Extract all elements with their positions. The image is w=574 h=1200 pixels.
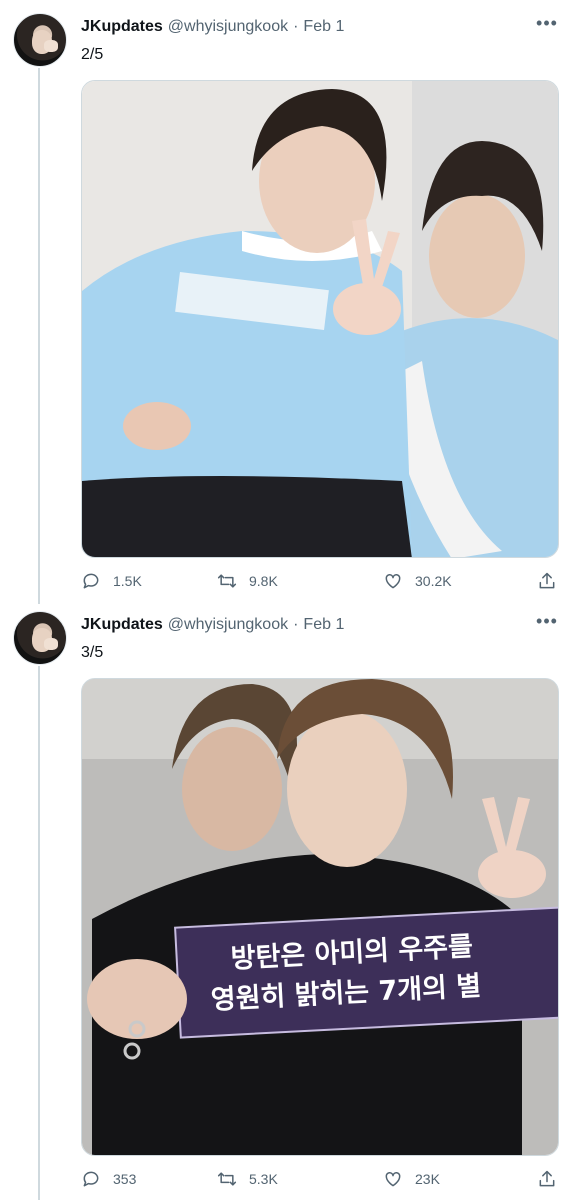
like-button[interactable]: 23K bbox=[383, 1168, 440, 1190]
share-icon bbox=[539, 1170, 555, 1187]
retweet-count: 5.3K bbox=[249, 1171, 278, 1187]
reply-button[interactable]: 353 bbox=[81, 1168, 136, 1190]
photo-image: 방탄은 아미의 우주를 영원히 밝히는 7개의 별 bbox=[82, 679, 558, 1155]
like-count: 30.2K bbox=[415, 573, 452, 589]
tweet-date[interactable]: Feb 1 bbox=[303, 616, 344, 634]
separator-dot: · bbox=[293, 616, 299, 633]
reply-count: 1.5K bbox=[113, 573, 142, 589]
tweet-text: 2/5 bbox=[81, 46, 104, 63]
reply-button[interactable]: 1.5K bbox=[81, 570, 142, 592]
retweet-button[interactable]: 5.3K bbox=[217, 1168, 278, 1190]
like-icon bbox=[385, 573, 401, 589]
tweet-actions: 1.5K 9.8K 30.2K bbox=[81, 570, 559, 592]
more-options-icon[interactable]: ••• bbox=[532, 612, 562, 632]
display-name[interactable]: JKupdates bbox=[81, 18, 163, 36]
retweet-icon bbox=[217, 1172, 237, 1186]
tweet[interactable]: JKupdates @whyisjungkook · Feb 1 ••• 2/5 bbox=[0, 0, 574, 600]
like-button[interactable]: 30.2K bbox=[383, 570, 452, 592]
reply-icon bbox=[83, 573, 99, 589]
username-handle[interactable]: @whyisjungkook bbox=[168, 18, 288, 36]
tweet-text: 3/5 bbox=[81, 644, 104, 661]
tweet-header: JKupdates @whyisjungkook · Feb 1 bbox=[81, 614, 344, 636]
retweet-button[interactable]: 9.8K bbox=[217, 570, 278, 592]
tweet-actions: 353 5.3K 23K bbox=[81, 1168, 559, 1190]
more-options-icon[interactable]: ••• bbox=[532, 14, 562, 34]
tweet[interactable]: JKupdates @whyisjungkook · Feb 1 ••• 3/5 bbox=[0, 598, 574, 1200]
reply-count: 353 bbox=[113, 1171, 137, 1187]
tweet-header: JKupdates @whyisjungkook · Feb 1 bbox=[81, 16, 344, 38]
username-handle[interactable]: @whyisjungkook bbox=[168, 616, 288, 634]
display-name[interactable]: JKupdates bbox=[81, 616, 163, 634]
avatar[interactable] bbox=[13, 611, 67, 665]
tweet-photo[interactable] bbox=[81, 80, 559, 558]
tweet-photo[interactable]: 방탄은 아미의 우주를 영원히 밝히는 7개의 별 bbox=[81, 678, 559, 1156]
like-count: 23K bbox=[415, 1171, 440, 1187]
retweet-count: 9.8K bbox=[249, 573, 278, 589]
avatar[interactable] bbox=[13, 13, 67, 67]
share-button[interactable] bbox=[537, 1168, 557, 1190]
like-icon bbox=[385, 1171, 401, 1187]
photo-image bbox=[82, 81, 558, 557]
separator-dot: · bbox=[293, 18, 299, 35]
retweet-icon bbox=[217, 574, 237, 588]
share-button[interactable] bbox=[537, 570, 557, 592]
share-icon bbox=[539, 572, 555, 589]
reply-icon bbox=[83, 1171, 99, 1187]
tweet-date[interactable]: Feb 1 bbox=[303, 18, 344, 36]
